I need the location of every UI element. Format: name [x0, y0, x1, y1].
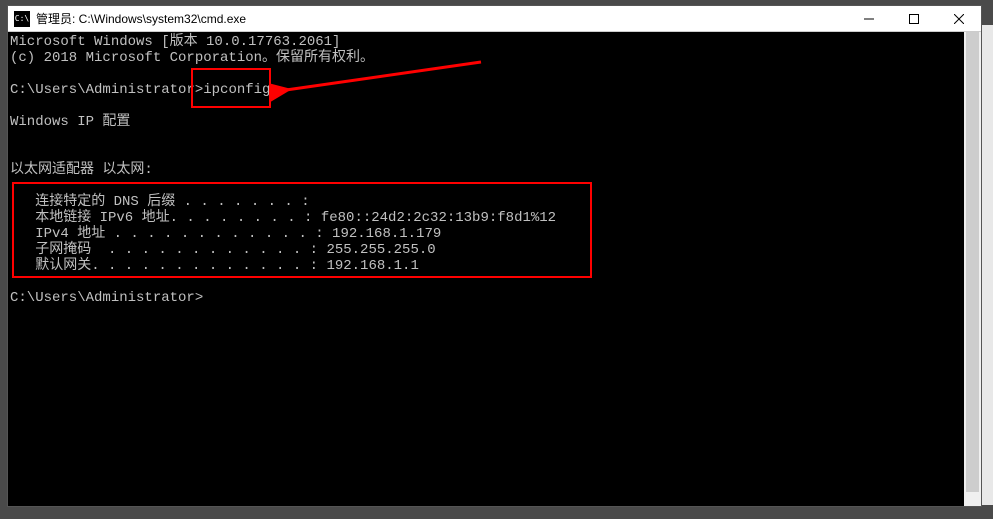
terminal-line	[8, 178, 964, 194]
terminal-line: 本地链接 IPv6 地址. . . . . . . . : fe80::24d2…	[8, 210, 964, 226]
terminal-line: 默认网关. . . . . . . . . . . . . : 192.168.…	[8, 258, 964, 274]
command-text: ipconfig	[203, 82, 270, 98]
terminal-line: Microsoft Windows [版本 10.0.17763.2061]	[8, 34, 964, 50]
terminal-line: C:\Users\Administrator>ipconfig	[8, 82, 964, 98]
titlebar[interactable]: C:\ 管理员: C:\Windows\system32\cmd.exe	[8, 6, 981, 32]
terminal-line	[8, 146, 964, 162]
scrollbar-thumb[interactable]	[966, 32, 979, 492]
terminal-line	[8, 98, 964, 114]
close-button[interactable]	[936, 6, 981, 32]
prompt-text: C:\Users\Administrator>	[10, 82, 203, 98]
terminal-line: 以太网适配器 以太网:	[8, 162, 964, 178]
terminal-line: (c) 2018 Microsoft Corporation。保留所有权利。	[8, 50, 964, 66]
maximize-button[interactable]	[891, 6, 936, 32]
terminal-line: C:\Users\Administrator>	[8, 290, 964, 306]
terminal-area[interactable]: Microsoft Windows [版本 10.0.17763.2061] (…	[8, 32, 981, 506]
window-title: 管理员: C:\Windows\system32\cmd.exe	[36, 10, 246, 27]
scrollbar-track[interactable]	[964, 32, 981, 506]
terminal-line: IPv4 地址 . . . . . . . . . . . . : 192.16…	[8, 226, 964, 242]
terminal-line: Windows IP 配置	[8, 114, 964, 130]
cmd-icon: C:\	[14, 11, 30, 27]
terminal-content[interactable]: Microsoft Windows [版本 10.0.17763.2061] (…	[8, 32, 964, 506]
terminal-line: 子网掩码 . . . . . . . . . . . . : 255.255.2…	[8, 242, 964, 258]
terminal-line: 连接特定的 DNS 后缀 . . . . . . . :	[8, 194, 964, 210]
terminal-line	[8, 274, 964, 290]
minimize-button[interactable]	[846, 6, 891, 32]
scrollbar[interactable]	[964, 32, 981, 506]
terminal-line	[8, 130, 964, 146]
background-panel	[981, 25, 993, 505]
cmd-window: C:\ 管理员: C:\Windows\system32\cmd.exe Mic…	[7, 5, 982, 507]
terminal-line	[8, 66, 964, 82]
